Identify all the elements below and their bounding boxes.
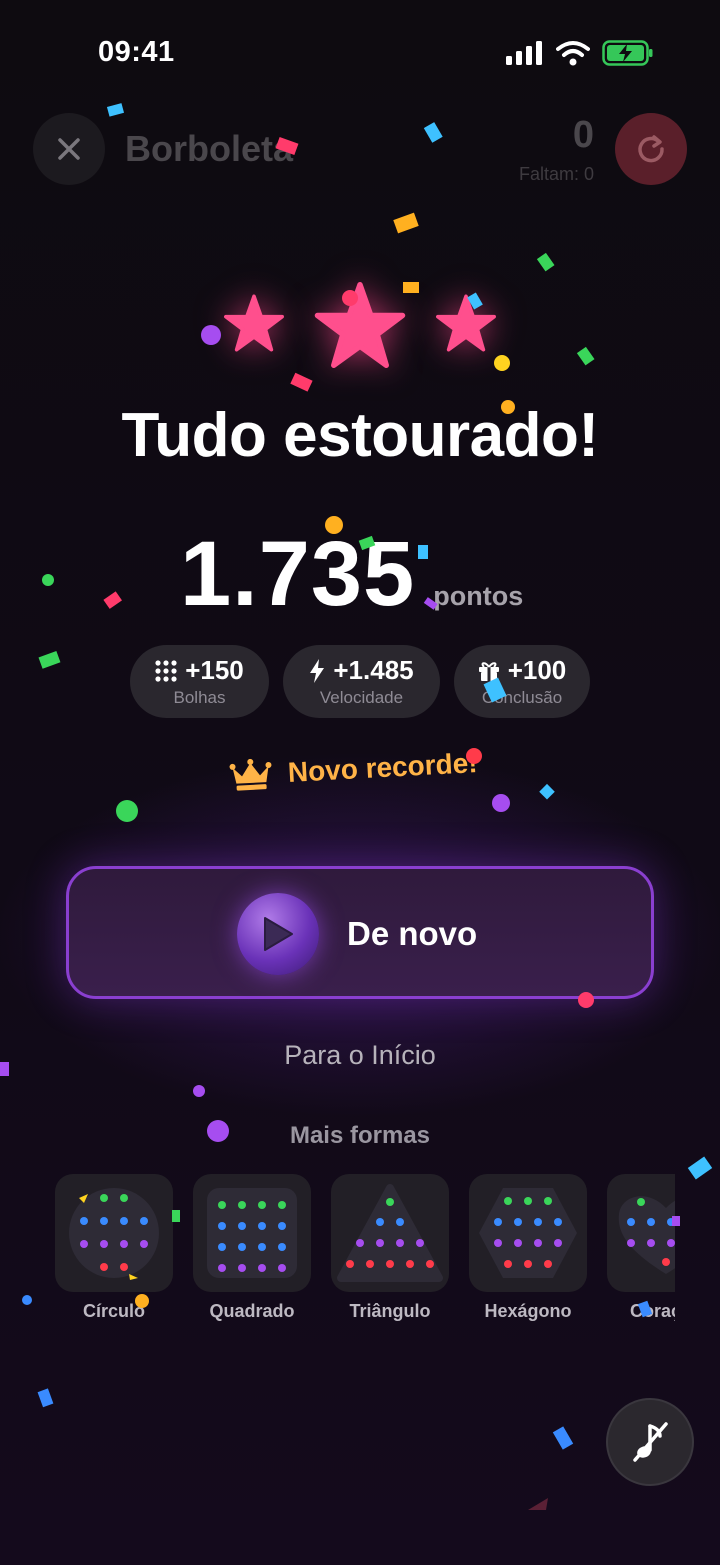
remaining-count: Faltam: 0 — [518, 164, 594, 184]
star-icon — [314, 282, 406, 368]
more-shapes-carousel[interactable]: Círculo Quadrado Triângulo Hexágono Cora — [55, 1174, 675, 1334]
result-title: Tudo estourado! — [121, 401, 599, 470]
bonus-pill-bubbles: +150 Bolhas — [130, 645, 269, 718]
square-shape-preview-icon — [207, 1188, 297, 1278]
new-record-badge: Novo recorde! — [229, 747, 478, 792]
shape-label: Quadrado — [209, 1301, 295, 1321]
star-icon — [224, 294, 284, 352]
bonus-value: +150 — [185, 655, 244, 685]
status-time: 09:41 — [98, 36, 175, 68]
bonus-pill-speed: +1.485 Velocidade — [283, 645, 440, 718]
shape-card-triangle[interactable] — [331, 1174, 449, 1292]
play-again-label: De novo — [347, 915, 478, 952]
score-breakdown: +150 Bolhas +1.485 Velocidade +100 Concl… — [130, 645, 590, 718]
shape-card-circle[interactable] — [55, 1174, 173, 1292]
lightning-icon — [310, 658, 325, 683]
music-muted-icon — [633, 1422, 668, 1462]
cellular-signal-icon — [506, 41, 542, 65]
crown-icon — [229, 758, 272, 791]
restart-button[interactable] — [615, 113, 687, 185]
shape-label: Coração — [629, 1301, 675, 1321]
play-again-button[interactable]: De novo — [66, 866, 654, 999]
record-text: Novo recorde! — [287, 747, 479, 788]
shape-card-square[interactable] — [193, 1174, 311, 1292]
shape-card-hexagon[interactable] — [469, 1174, 587, 1292]
play-orb — [237, 893, 319, 975]
home-link[interactable]: Para o Início — [0, 1040, 720, 1071]
points-label: pontos — [433, 581, 524, 611]
more-shapes-title: Mais formas — [289, 1122, 431, 1149]
current-score: 0 — [572, 114, 594, 156]
battery-charging-icon — [602, 40, 653, 66]
bonus-pill-completion: +100 Conclusão — [454, 645, 590, 718]
hexagon-shape-preview-icon — [479, 1188, 577, 1278]
shape-label: Círculo — [82, 1301, 145, 1321]
close-button[interactable] — [33, 113, 105, 185]
shape-card-heart[interactable] — [607, 1174, 675, 1292]
points-value: 1.735 — [180, 523, 416, 625]
bonus-label: Conclusão — [481, 688, 563, 707]
level-title: Borboleta — [125, 128, 294, 169]
bonus-value: +1.485 — [333, 655, 414, 685]
music-toggle-button[interactable] — [606, 1398, 694, 1486]
status-icons — [506, 40, 654, 66]
bonus-label: Bolhas — [173, 688, 226, 707]
stars-rating — [0, 280, 720, 380]
circle-shape-preview-icon — [69, 1188, 159, 1278]
wifi-icon — [556, 41, 590, 66]
triangle-shape-preview-icon — [337, 1184, 443, 1282]
points-total: 1.735 pontos — [180, 522, 523, 627]
heart-shape-preview-icon — [618, 1196, 675, 1274]
shape-label: Triângulo — [349, 1301, 431, 1321]
restart-icon — [638, 135, 664, 163]
gift-icon — [478, 661, 499, 681]
close-icon — [58, 138, 80, 160]
play-icon — [264, 917, 293, 951]
bonus-value: +100 — [507, 655, 567, 685]
bubbles-grid-icon — [155, 659, 177, 682]
bonus-label: Velocidade — [319, 688, 404, 707]
game-over-screen: 09:41 Borboleta 0 Faltam: 0 Tudo estoura… — [0, 0, 720, 1565]
star-icon — [436, 294, 496, 352]
shape-label: Hexágono — [484, 1301, 572, 1321]
